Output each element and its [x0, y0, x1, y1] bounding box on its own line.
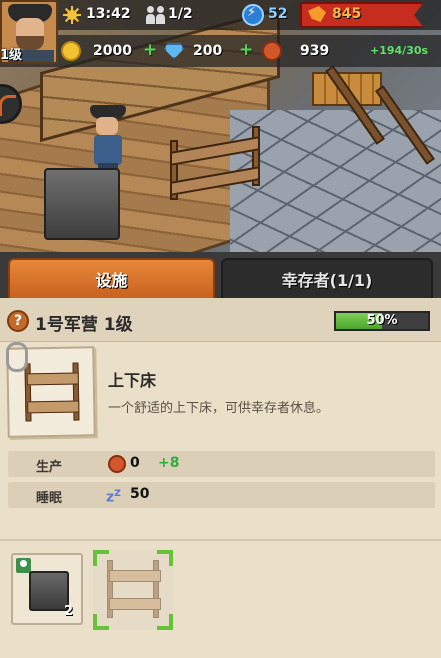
panel-title-bar: ? 1号军营 1级 50% [0, 298, 441, 342]
stat-value: 0 [130, 455, 140, 471]
production-rate: +194/30s [370, 44, 429, 57]
add-gems-button[interactable]: + [239, 40, 253, 60]
add-coins-button[interactable]: + [143, 40, 157, 60]
slot-count: 2 [63, 604, 73, 619]
tab-facilities[interactable]: 设施 [8, 258, 215, 298]
power-count: 845 [332, 6, 362, 22]
progress-label: 50% [366, 313, 398, 328]
divider [0, 539, 441, 541]
item-description: 一个舒适的上下床，可供幸存者休息。 [108, 401, 330, 416]
stat-value: 50 [130, 486, 150, 502]
population-icon [146, 5, 166, 25]
drill-machine[interactable] [44, 168, 120, 240]
chip-icon [108, 455, 126, 473]
bunk-bed-icon [24, 362, 81, 423]
population-count: 1/2 [168, 6, 193, 22]
facility-panel: ? 1号军营 1级 50% 上下床 一个舒适的上下床，可供幸存者休息。 生产 0… [0, 298, 441, 658]
tab-survivors[interactable]: 幸存者(1/1) [221, 258, 433, 298]
game-clock: 13:42 [86, 6, 131, 22]
paperclip-icon [6, 342, 28, 372]
slot-machine[interactable]: 2 [11, 553, 83, 625]
stat-label: 睡眠 [36, 491, 63, 506]
energy-icon [242, 4, 264, 26]
chip-count: 939 [300, 43, 330, 59]
sun-icon [63, 6, 81, 24]
stat-delta: +8 [158, 455, 180, 471]
bunk-bed-icon [107, 560, 163, 620]
scene-bunk-bed[interactable] [170, 120, 262, 200]
player-level: 1级 [0, 48, 23, 63]
chip-icon [262, 41, 282, 61]
page-title: 1号军营 1级 [35, 315, 133, 335]
sleep-icon: zz [106, 485, 121, 506]
energy-count: 52 [268, 6, 288, 22]
gem-count: 200 [193, 43, 223, 59]
stat-label: 生产 [36, 460, 63, 475]
coin-count: 2000 [93, 43, 132, 59]
upgrade-progress: 50% [334, 311, 430, 331]
tab-bar: 设施 幸存者(1/1) [0, 252, 441, 298]
item-name: 上下床 [108, 371, 157, 390]
help-icon[interactable]: ? [7, 310, 29, 332]
coin-icon [61, 41, 81, 61]
power-icon [304, 2, 330, 26]
stat-row-sleep: 睡眠 zz 50 [8, 482, 435, 508]
slot-bunk-bed[interactable] [93, 550, 173, 630]
stat-row-production: 生产 0 +8 [8, 451, 435, 477]
user-badge-icon [16, 558, 31, 573]
